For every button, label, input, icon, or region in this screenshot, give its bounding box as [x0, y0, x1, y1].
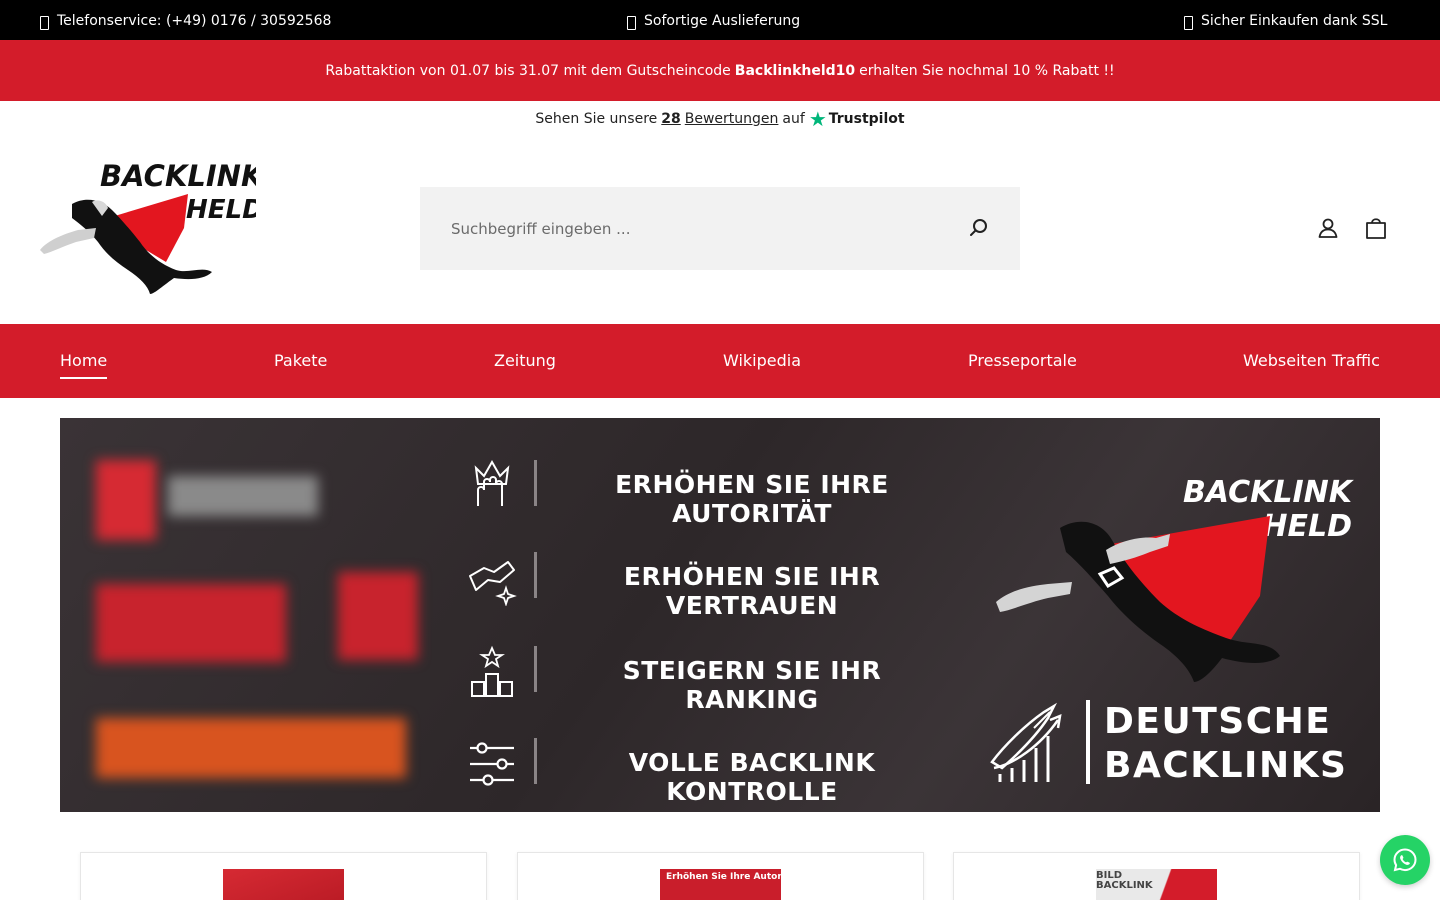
- search-box: [420, 187, 1020, 270]
- sliders-icon: [470, 742, 514, 786]
- ranking-podium-icon: [471, 645, 513, 697]
- hand-crown-icon: [474, 459, 510, 506]
- logo-line2: HELD: [186, 195, 256, 225]
- user-icon[interactable]: [1316, 216, 1340, 240]
- search-icon[interactable]: [968, 217, 990, 239]
- promo-code: Backlinkheld10: [734, 62, 856, 79]
- product-card[interactable]: [80, 852, 487, 900]
- ssl-info: Sicher Einkaufen dank SSL: [1184, 12, 1387, 30]
- product-thumbnail-text: BILD BACKLINK: [1096, 870, 1153, 891]
- delivery-icon: [627, 16, 636, 30]
- hero-banner[interactable]: ERHÖHEN SIE IHRE AUTORITÄT ERHÖHEN SIE I…: [60, 418, 1380, 812]
- promo-banner: Rabattaktion von 01.07 bis 31.07 mit dem…: [0, 40, 1440, 101]
- feature-separator: [534, 646, 537, 692]
- banner-tagline-line1: DEUTSCHE: [1104, 701, 1332, 742]
- phone-icon: [40, 16, 49, 30]
- whatsapp-icon: [1393, 848, 1417, 872]
- blurred-logo-stern-text: [168, 476, 318, 516]
- feature-ranking: STEIGERN SIE IHR RANKING: [464, 644, 944, 714]
- shopping-bag-icon[interactable]: [1363, 215, 1389, 241]
- trustpilot-logo[interactable]: ★ Trustpilot: [809, 109, 905, 129]
- feature-separator: [534, 460, 537, 506]
- lock-icon: [1184, 16, 1193, 30]
- delivery-info: Sofortige Auslieferung: [627, 12, 800, 30]
- nav-home[interactable]: Home: [60, 351, 108, 379]
- delivery-text: Sofortige Auslieferung: [644, 13, 801, 29]
- tagline-separator: [1086, 700, 1090, 784]
- ssl-text: Sicher Einkaufen dank SSL: [1201, 13, 1388, 29]
- logo-arm: [40, 228, 96, 254]
- search-input[interactable]: [420, 187, 1020, 270]
- blurred-logo-bild: [338, 572, 418, 660]
- product-thumbnail[interactable]: BILD BACKLINK: [1096, 869, 1217, 900]
- banner-tagline: DEUTSCHE BACKLINKS: [1104, 700, 1347, 788]
- product-card[interactable]: BILD BACKLINK: [953, 852, 1360, 900]
- trustpilot-widget: Sehen Sie unsere 28 Bewertungen auf ★ Tr…: [0, 109, 1440, 129]
- banner-tagline-line2: BACKLINKS: [1104, 745, 1348, 786]
- promo-text-before: Rabattaktion von 01.07 bis 31.07 mit dem…: [325, 62, 731, 79]
- blurred-logo-focus: [96, 584, 286, 662]
- trustpilot-brand: Trustpilot: [828, 111, 905, 127]
- feature-text: ERHÖHEN SIE IHRE AUTORITÄT: [615, 470, 889, 528]
- trust-reviews-link[interactable]: Bewertungen: [685, 111, 779, 127]
- feature-authority: ERHÖHEN SIE IHRE AUTORITÄT: [464, 458, 944, 528]
- trustpilot-star-icon: ★: [808, 107, 827, 131]
- phone-info[interactable]: Telefonservice: (+49) 0176 / 30592568: [40, 12, 331, 30]
- nav-presseportale[interactable]: Presseportale: [968, 351, 1077, 370]
- product-thumbnail[interactable]: Erhöhen Sie Ihre Autorität!: [660, 869, 781, 900]
- trust-count[interactable]: 28: [661, 111, 680, 127]
- feature-separator: [534, 552, 537, 598]
- whatsapp-button[interactable]: [1380, 835, 1430, 885]
- blurred-logo-stern-mark: [96, 460, 156, 540]
- nav-webseiten-traffic[interactable]: Webseiten Traffic: [1243, 351, 1380, 370]
- main-navigation: Home Pakete Zeitung Wikipedia Presseport…: [0, 324, 1440, 398]
- nav-wikipedia[interactable]: Wikipedia: [723, 351, 801, 370]
- banner-brand-line1: BACKLINK: [1182, 475, 1352, 510]
- blurred-logo-spiegel: [96, 718, 406, 778]
- promo-text-after: erhalten Sie nochmal 10 % Rabatt !!: [859, 62, 1115, 79]
- rocket-growth-icon: [990, 702, 1062, 782]
- product-thumbnail[interactable]: [223, 869, 344, 900]
- handshake-icon: [469, 561, 517, 606]
- logo-line1: BACKLINK: [100, 159, 256, 193]
- top-info-bar: Telefonservice: (+49) 0176 / 30592568 So…: [0, 0, 1440, 40]
- feature-text: STEIGERN SIE IHR RANKING: [622, 656, 882, 714]
- nav-zeitung[interactable]: Zeitung: [494, 351, 556, 370]
- feature-text: ERHÖHEN SIE IHR VERTRAUEN: [623, 562, 881, 620]
- feature-separator: [534, 738, 537, 784]
- hero-illustration: [996, 516, 1280, 682]
- phone-text: Telefonservice: (+49) 0176 / 30592568: [57, 13, 332, 29]
- product-thumbnail-text: Erhöhen Sie Ihre Autorität!: [666, 872, 781, 882]
- site-logo[interactable]: BACKLINK HELD: [36, 158, 266, 298]
- feature-text: VOLLE BACKLINK KONTROLLE: [628, 748, 876, 806]
- trust-lead: Sehen Sie unsere: [535, 111, 658, 127]
- feature-control: VOLLE BACKLINK KONTROLLE: [464, 736, 944, 806]
- trust-on: auf: [782, 111, 805, 127]
- product-card[interactable]: Erhöhen Sie Ihre Autorität!: [517, 852, 924, 900]
- nav-pakete[interactable]: Pakete: [274, 351, 327, 370]
- feature-trust: ERHÖHEN SIE IHR VERTRAUEN: [464, 550, 944, 620]
